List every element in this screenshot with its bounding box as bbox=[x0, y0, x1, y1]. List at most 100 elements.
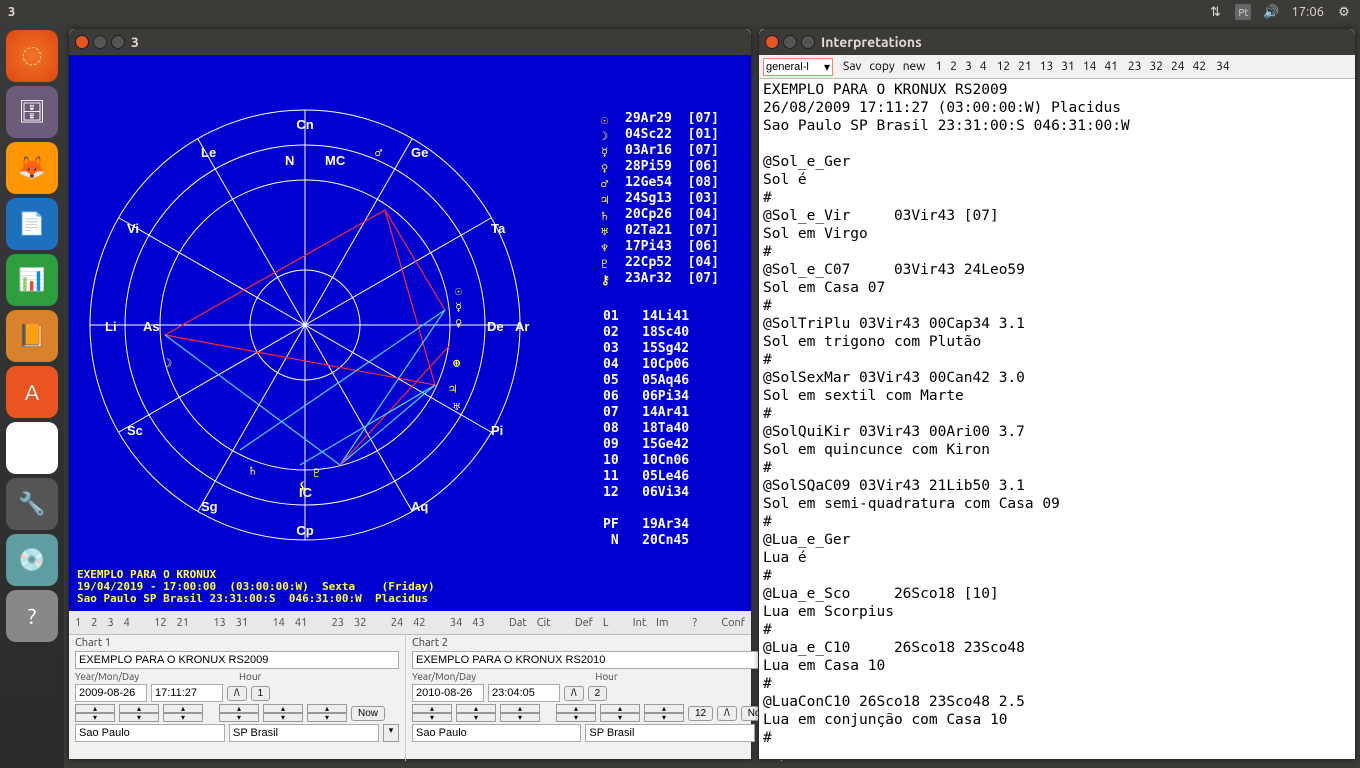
tab-l[interactable]: L bbox=[603, 617, 609, 629]
interp-btn-sav[interactable]: Sav bbox=[843, 60, 861, 73]
interp-btn-4[interactable]: 4 bbox=[980, 60, 987, 73]
num-button[interactable]: 2 bbox=[588, 686, 608, 701]
minimize-icon[interactable] bbox=[783, 35, 797, 49]
up-button[interactable]: /\ bbox=[564, 686, 584, 701]
ubuntu-dash-icon[interactable]: ◌ bbox=[6, 30, 58, 82]
calc-icon[interactable]: 📊 bbox=[6, 254, 58, 306]
tab-1[interactable]: 1 bbox=[75, 617, 81, 629]
city-input[interactable] bbox=[75, 724, 225, 742]
close-icon[interactable] bbox=[75, 35, 89, 49]
interp-btn-13[interactable]: 13 bbox=[1040, 60, 1054, 73]
chart-name-input[interactable] bbox=[75, 651, 399, 669]
interp-btn-14[interactable]: 14 bbox=[1083, 60, 1097, 73]
ymd-spinner[interactable]: ▴▾ bbox=[75, 704, 115, 722]
gear-icon[interactable]: ⚙ bbox=[1336, 4, 1352, 20]
tab-14[interactable]: 14 bbox=[272, 617, 284, 629]
network-icon[interactable]: ⇅ bbox=[1207, 4, 1223, 20]
aux1-button[interactable]: 12 bbox=[688, 706, 713, 721]
num-button[interactable]: 1 bbox=[251, 686, 271, 701]
tab-conf[interactable]: Conf bbox=[721, 617, 745, 629]
tab-34[interactable]: 34 bbox=[450, 617, 462, 629]
hour-spinner[interactable]: ▴▾ bbox=[219, 704, 259, 722]
tab-4[interactable]: 4 bbox=[124, 617, 130, 629]
tab-im[interactable]: Im bbox=[656, 617, 668, 629]
hour-input[interactable] bbox=[488, 684, 560, 702]
interp-btn-12[interactable]: 12 bbox=[997, 60, 1011, 73]
ymd-spinner[interactable]: ▴▾ bbox=[412, 704, 452, 722]
ymd-spinner[interactable]: ▴▾ bbox=[163, 704, 203, 722]
hour-input[interactable] bbox=[151, 684, 223, 702]
hour-spinner[interactable]: ▴▾ bbox=[600, 704, 640, 722]
interp-btn-31[interactable]: 31 bbox=[1061, 60, 1075, 73]
interp-btn-42[interactable]: 42 bbox=[1193, 60, 1207, 73]
hour-spinner[interactable]: ▴▾ bbox=[263, 704, 303, 722]
tab-dat[interactable]: Dat bbox=[509, 617, 527, 629]
tab-42[interactable]: 42 bbox=[413, 617, 425, 629]
hour-spinner[interactable]: ▴▾ bbox=[556, 704, 596, 722]
interp-btn-2[interactable]: 2 bbox=[950, 60, 957, 73]
tab-2[interactable]: 2 bbox=[91, 617, 97, 629]
chevron-down-icon[interactable]: ▾ bbox=[383, 724, 399, 742]
ymd-input[interactable] bbox=[412, 684, 484, 702]
city-input[interactable] bbox=[412, 724, 581, 742]
tab-21[interactable]: 21 bbox=[177, 617, 189, 629]
sound-icon[interactable]: 🔊 bbox=[1263, 4, 1279, 20]
interp-btn-21[interactable]: 21 bbox=[1018, 60, 1032, 73]
tab-13[interactable]: 13 bbox=[213, 617, 225, 629]
interp-btn-new[interactable]: new bbox=[903, 60, 926, 73]
interp-text-body[interactable]: EXEMPLO PARA O KRONUX RS2009 26/08/2009 … bbox=[759, 79, 1355, 759]
tab-?[interactable]: ? bbox=[693, 617, 697, 629]
interp-btn-23[interactable]: 23 bbox=[1128, 60, 1142, 73]
chart-window-titlebar[interactable]: 3 bbox=[69, 29, 751, 55]
ymd-spinner[interactable]: ▴▾ bbox=[456, 704, 496, 722]
tab-23[interactable]: 23 bbox=[332, 617, 344, 629]
chevron-down-icon[interactable]: ▾ bbox=[824, 60, 830, 74]
interp-btn-3[interactable]: 3 bbox=[965, 60, 972, 73]
settings-icon[interactable]: 🔧 bbox=[6, 478, 58, 530]
chart-name-input[interactable] bbox=[412, 651, 775, 669]
ymd-input[interactable] bbox=[75, 684, 147, 702]
impress-icon[interactable]: 📙 bbox=[6, 310, 58, 362]
interp-combo[interactable]: ▾ bbox=[763, 58, 833, 76]
help-icon[interactable]: ? bbox=[6, 590, 58, 642]
writer-icon[interactable]: 📄 bbox=[6, 198, 58, 250]
tab-3[interactable]: 3 bbox=[107, 617, 113, 629]
tab-int[interactable]: Int bbox=[633, 617, 646, 629]
keyboard-indicator[interactable]: Pt bbox=[1235, 4, 1251, 20]
up-button[interactable]: /\ bbox=[227, 686, 247, 701]
tab-43[interactable]: 43 bbox=[472, 617, 484, 629]
aux2-button[interactable]: /\ bbox=[717, 706, 737, 721]
clock[interactable]: 17:06 bbox=[1291, 5, 1324, 19]
region-input[interactable] bbox=[585, 724, 754, 742]
disk-icon[interactable]: 💿 bbox=[6, 534, 58, 586]
hour-spinner[interactable]: ▴▾ bbox=[644, 704, 684, 722]
tab-31[interactable]: 31 bbox=[236, 617, 248, 629]
interp-btn-34[interactable]: 34 bbox=[1216, 60, 1230, 73]
interp-btn-32[interactable]: 32 bbox=[1149, 60, 1163, 73]
tab-cit[interactable]: Cit bbox=[537, 617, 551, 629]
tab-41[interactable]: 41 bbox=[295, 617, 307, 629]
interp-btn-1[interactable]: 1 bbox=[936, 60, 943, 73]
files-icon[interactable]: 🗄 bbox=[6, 86, 58, 138]
interp-btn-41[interactable]: 41 bbox=[1104, 60, 1118, 73]
now-button[interactable]: Now bbox=[351, 706, 385, 721]
region-input[interactable] bbox=[229, 724, 379, 742]
tab-def[interactable]: Def bbox=[575, 617, 593, 629]
minimize-icon[interactable] bbox=[93, 35, 107, 49]
interp-btn-24[interactable]: 24 bbox=[1171, 60, 1185, 73]
amazon-icon[interactable]: a bbox=[6, 422, 58, 474]
close-icon[interactable] bbox=[765, 35, 779, 49]
ymd-spinner[interactable]: ▴▾ bbox=[119, 704, 159, 722]
ymd-spinner[interactable]: ▴▾ bbox=[500, 704, 540, 722]
maximize-icon[interactable] bbox=[801, 35, 815, 49]
firefox-icon[interactable]: 🦊 bbox=[6, 142, 58, 194]
tab-12[interactable]: 12 bbox=[154, 617, 166, 629]
interp-window-titlebar[interactable]: Interpretations bbox=[759, 29, 1355, 55]
interp-combo-input[interactable] bbox=[766, 61, 822, 73]
maximize-icon[interactable] bbox=[111, 35, 125, 49]
interp-btn-copy[interactable]: copy bbox=[869, 60, 894, 73]
software-icon[interactable]: A bbox=[6, 366, 58, 418]
hour-spinner[interactable]: ▴▾ bbox=[307, 704, 347, 722]
tab-32[interactable]: 32 bbox=[354, 617, 366, 629]
tab-24[interactable]: 24 bbox=[391, 617, 403, 629]
